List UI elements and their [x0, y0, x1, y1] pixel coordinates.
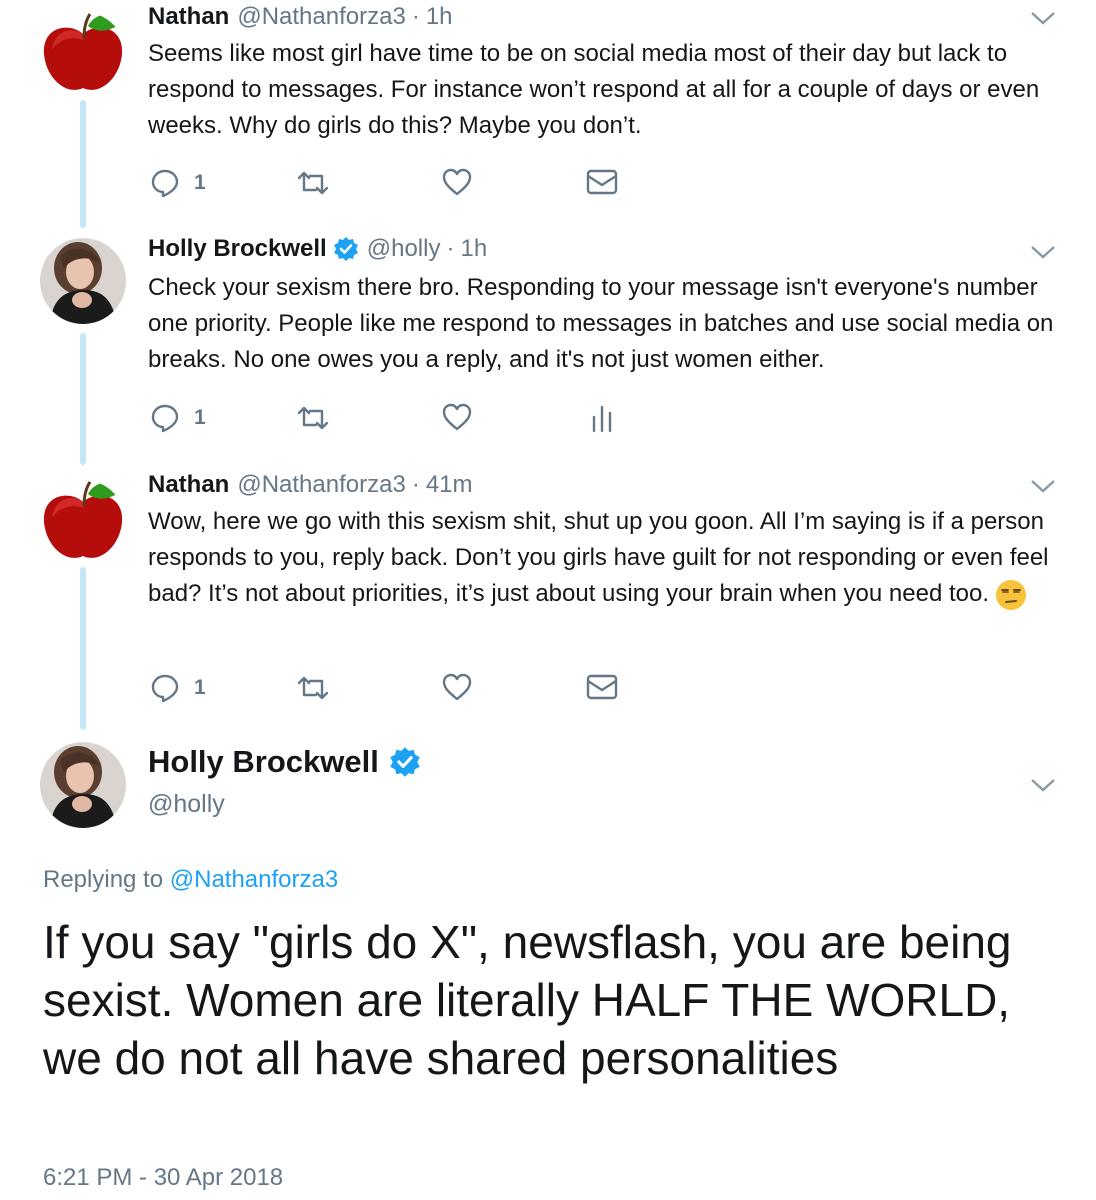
- retweet-icon: [297, 406, 329, 430]
- avatar[interactable]: [40, 12, 126, 98]
- tweet-timestamp[interactable]: 6:21 PM - 30 Apr 2018: [43, 1164, 283, 1192]
- dm-envelope-icon: [586, 674, 618, 700]
- heart-icon: [442, 168, 472, 196]
- direct-message-button[interactable]: [586, 168, 618, 196]
- verified-badge-icon: [390, 747, 420, 777]
- reply-count: 1: [194, 171, 206, 194]
- author-handle[interactable]: @holly: [367, 235, 441, 263]
- reply-icon: [151, 404, 179, 433]
- retweet-button[interactable]: [296, 403, 330, 433]
- author-name[interactable]: Nathan: [148, 471, 229, 499]
- profile-photo: [40, 742, 126, 828]
- separator: ·: [446, 235, 455, 262]
- author-handle[interactable]: @holly: [148, 790, 225, 819]
- main-tweet-text: If you say "girls do X", newsflash, you …: [43, 916, 1012, 1084]
- avatar[interactable]: [40, 238, 126, 324]
- reply-count: 1: [194, 676, 206, 699]
- replying-to: Replying to @Nathanforza3: [43, 866, 338, 894]
- verified-badge-icon: [333, 237, 358, 261]
- avatar[interactable]: [40, 480, 126, 566]
- tweet-text: Check your sexism there bro. Responding …: [148, 274, 1054, 373]
- reply-button[interactable]: 1: [150, 673, 206, 703]
- thread-tweet[interactable]: Holly Brockwell @holly · 1h Check your s…: [0, 228, 1096, 465]
- tweet-text-content: Wow, here we go with this sexism shit, s…: [148, 508, 1049, 607]
- heart-icon: [442, 403, 472, 431]
- apple-icon: [40, 12, 126, 98]
- analytics-icon: [592, 405, 612, 433]
- like-button[interactable]: [442, 673, 472, 703]
- author-name[interactable]: Holly Brockwell: [148, 235, 327, 263]
- retweet-button[interactable]: [296, 168, 330, 198]
- author-name[interactable]: Holly Brockwell: [148, 744, 379, 780]
- thread-tweet[interactable]: Nathan @Nathanforza3 · 41m Wow, here we …: [0, 465, 1096, 730]
- profile-photo: [40, 238, 126, 324]
- chevron-down-icon[interactable]: [1030, 10, 1056, 26]
- replying-prefix: Replying to: [43, 866, 164, 893]
- reply-icon: [151, 674, 179, 703]
- separator: ·: [411, 471, 420, 498]
- chevron-down-icon[interactable]: [1030, 244, 1056, 260]
- reply-button[interactable]: 1: [150, 403, 206, 433]
- retweet-button[interactable]: [296, 673, 330, 703]
- reply-button[interactable]: 1: [150, 168, 206, 198]
- avatar[interactable]: [40, 742, 126, 828]
- analytics-button[interactable]: [590, 403, 614, 433]
- separator: ·: [411, 3, 420, 30]
- dm-envelope-icon: [586, 169, 618, 195]
- chevron-down-icon[interactable]: [1030, 478, 1056, 494]
- reply-count: 1: [194, 406, 206, 429]
- direct-message-button[interactable]: [586, 673, 618, 701]
- like-button[interactable]: [442, 168, 472, 198]
- chevron-down-icon[interactable]: [1030, 777, 1056, 793]
- retweet-icon: [297, 676, 329, 700]
- heart-icon: [442, 673, 472, 701]
- apple-icon: [40, 480, 126, 566]
- tweet-text: Wow, here we go with this sexism shit, s…: [148, 504, 1068, 612]
- tweet-time[interactable]: 1h: [460, 235, 487, 263]
- thread-tweet[interactable]: Nathan @Nathanforza3 · 1h Seems like mos…: [0, 0, 1096, 228]
- reply-icon: [151, 169, 179, 198]
- author-name[interactable]: Nathan: [148, 3, 229, 31]
- replying-to-link[interactable]: @Nathanforza3: [170, 866, 338, 893]
- author-handle[interactable]: @Nathanforza3: [237, 3, 405, 31]
- like-button[interactable]: [442, 403, 472, 433]
- retweet-icon: [297, 171, 329, 195]
- author-handle[interactable]: @Nathanforza3: [237, 471, 405, 499]
- tweet-text: Seems like most girl have time to be on …: [148, 40, 1040, 139]
- tweet-time[interactable]: 1h: [426, 3, 453, 31]
- tweet-time[interactable]: 41m: [426, 471, 473, 499]
- unamused-face-emoji: [995, 579, 1026, 610]
